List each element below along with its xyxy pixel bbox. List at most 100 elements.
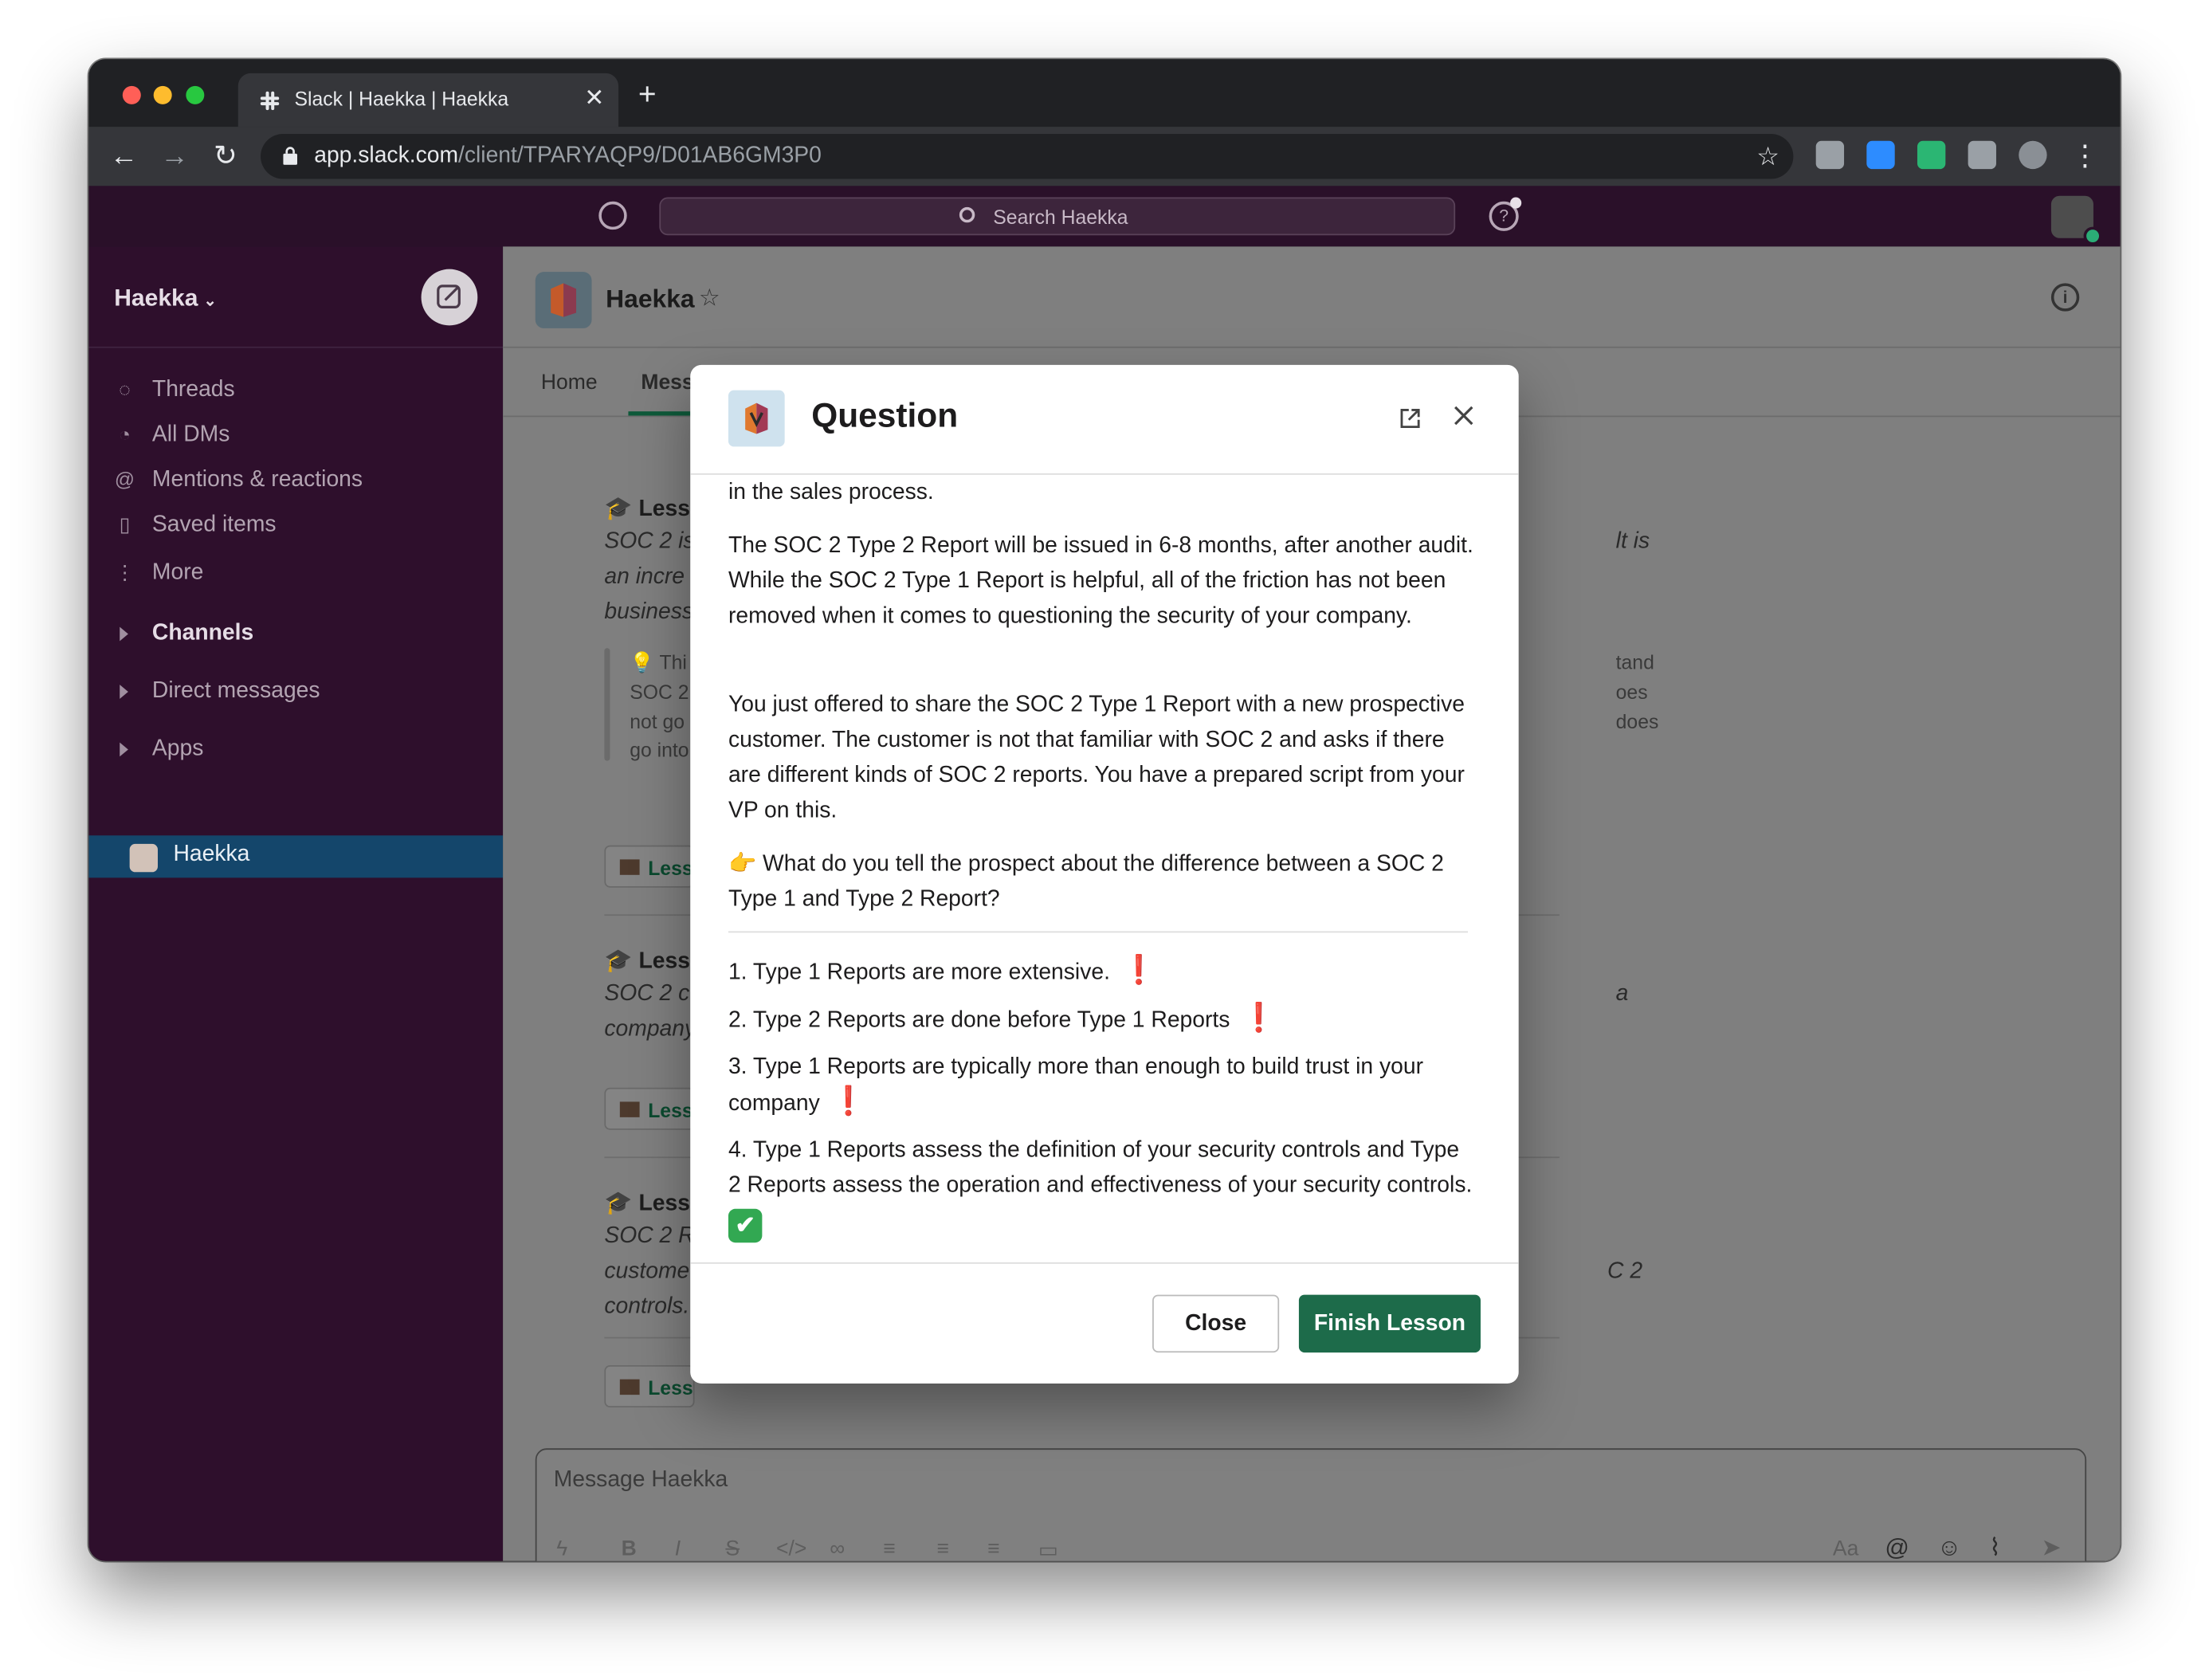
code-block-icon[interactable]: ▭: [1038, 1537, 1058, 1560]
section-label: Direct messages: [151, 679, 320, 704]
address-bar[interactable]: app.slack.com/client/TPARYAQP9/D01AB6GM3…: [261, 133, 1794, 179]
search-icon: [959, 206, 975, 223]
sidebar-item-haekka[interactable]: Haekka: [88, 835, 504, 878]
sidebar-section-apps[interactable]: Apps: [88, 730, 503, 772]
browser-menu-icon[interactable]: ⋮: [2070, 141, 2101, 172]
workspace-menu[interactable]: Haekka ⌄: [114, 285, 217, 312]
strikethrough-icon[interactable]: S: [725, 1537, 740, 1561]
blockquote-icon[interactable]: ≡: [987, 1537, 999, 1561]
text-style-toggle[interactable]: Aa: [1833, 1537, 1858, 1561]
bold-icon[interactable]: B: [622, 1537, 637, 1561]
wrong-mark-icon: ❗: [1241, 1003, 1277, 1034]
browser-toolbar: ← → ↻ app.slack.com/client/TPARYAQP9/D01…: [88, 127, 2121, 186]
forward-icon[interactable]: →: [159, 141, 190, 172]
lesson-button[interactable]: Less: [604, 1364, 695, 1408]
question-modal: Question in the sales process. The SOC 2…: [690, 364, 1519, 1384]
profile-avatar[interactable]: [2019, 140, 2047, 170]
info-icon[interactable]: i: [2050, 283, 2080, 312]
bulleted-list-icon[interactable]: ≡: [937, 1537, 949, 1561]
modal-title: Question: [811, 397, 959, 436]
s-extension-icon[interactable]: [1917, 140, 1946, 170]
sidebar-item-label: All DMs: [151, 422, 230, 447]
message-composer[interactable]: Message Haekka ϟ B I S </> ∞ ≡ ≡ ≡ ▭ Aa …: [535, 1448, 2087, 1561]
message-text: business: [604, 600, 694, 625]
open-in-new-icon[interactable]: [1399, 407, 1421, 430]
close-button[interactable]: Close: [1152, 1294, 1280, 1353]
finish-lesson-button[interactable]: Finish Lesson: [1298, 1294, 1481, 1353]
sidebar-item-mentions[interactable]: @ Mentions & reactions: [88, 461, 503, 503]
tab-strip: Slack | Haekka | Haekka ✕ +: [88, 59, 2121, 128]
zoom-window-button[interactable]: [186, 85, 205, 104]
channel-avatar: [535, 272, 592, 328]
url-text: app.slack.com/client/TPARYAQP9/D01AB6GM3…: [314, 143, 822, 168]
zoom-extension-icon[interactable]: [1866, 140, 1895, 170]
back-icon[interactable]: ←: [108, 141, 139, 172]
modal-paragraph: in the sales process.: [728, 480, 934, 504]
workspace-name: Haekka: [114, 285, 198, 312]
caret-right-icon: [120, 626, 128, 642]
sidebar-section-dms[interactable]: Direct messages: [88, 672, 503, 714]
presence-indicator: [2083, 226, 2102, 245]
sidebar-item-label: Mentions & reactions: [151, 467, 363, 492]
answer-option-correct: 4. Type 1 Reports assess the definition …: [728, 1132, 1475, 1243]
dms-icon: ◔: [118, 422, 131, 446]
quote-text: tand: [1615, 650, 1654, 674]
quote-text: 💡 Thi: [630, 650, 687, 674]
send-icon[interactable]: ➤: [2042, 1534, 2062, 1561]
quote-text: not go: [630, 709, 685, 733]
message-text: a: [1615, 982, 1629, 1007]
message-text: SOC 2 is: [604, 529, 695, 554]
book-icon: [619, 1101, 640, 1117]
channel-name[interactable]: Haekka: [606, 285, 694, 314]
haekka-logo-icon: [745, 402, 768, 434]
sidebar-item-label: Haekka: [173, 842, 250, 867]
new-tab-icon[interactable]: +: [638, 78, 657, 110]
sidebar-item-label: Threads: [151, 377, 235, 402]
link-icon[interactable]: ∞: [830, 1537, 845, 1561]
sidebar-item-all-dms[interactable]: ◔ All DMs: [88, 416, 503, 458]
sidebar-item-more[interactable]: ⋮ More: [88, 554, 503, 596]
answer-option: 3. Type 1 Reports are typically more tha…: [728, 1055, 1424, 1117]
message-text: SOC 2 c: [604, 982, 690, 1007]
sidebar-section-channels[interactable]: Channels: [88, 614, 503, 657]
more-icon: ⋮: [115, 560, 135, 583]
code-icon[interactable]: </>: [776, 1537, 806, 1561]
sidebar-item-label: Saved items: [151, 512, 277, 537]
wrong-mark-icon: ❗: [1121, 955, 1157, 987]
message-text: custome: [604, 1259, 690, 1284]
close-icon[interactable]: [1451, 403, 1477, 429]
lesson-button[interactable]: Less: [604, 845, 695, 888]
close-window-button[interactable]: [122, 85, 141, 104]
tab-close-icon[interactable]: ✕: [584, 84, 604, 112]
quote-text: SOC 2: [630, 680, 689, 704]
camera-extension-icon[interactable]: [1815, 140, 1845, 170]
bookmark-star-icon[interactable]: ☆: [1756, 143, 1779, 172]
sidebar-item-saved[interactable]: ▯ Saved items: [88, 506, 503, 548]
modal-paragraph: The SOC 2 Type 2 Report will be issued i…: [728, 533, 1473, 629]
message-text: company: [604, 1017, 696, 1042]
lesson-button[interactable]: Less: [604, 1087, 695, 1130]
search-input[interactable]: Search Haekka: [659, 197, 1456, 236]
tab-messages[interactable]: Mess: [641, 371, 693, 394]
browser-tab[interactable]: Slack | Haekka | Haekka ✕: [237, 73, 619, 128]
reload-icon[interactable]: ↻: [210, 141, 241, 172]
italic-icon[interactable]: I: [675, 1537, 681, 1561]
star-icon[interactable]: ☆: [699, 285, 720, 312]
shortcuts-icon[interactable]: ϟ: [556, 1537, 567, 1561]
modal-footer-divider: [690, 1262, 1519, 1264]
slack-logo-icon: [260, 91, 280, 111]
minimize-window-button[interactable]: [153, 85, 172, 104]
section-label: Channels: [151, 621, 254, 646]
history-icon[interactable]: [598, 201, 627, 230]
tab-title: Slack | Haekka | Haekka: [294, 87, 509, 110]
compose-button[interactable]: [421, 269, 478, 326]
sidebar-item-threads[interactable]: ◌ Threads: [88, 371, 503, 413]
message-heading: 🎓 Less: [604, 1191, 690, 1216]
ordered-list-icon[interactable]: ≡: [883, 1537, 895, 1561]
puzzle-extension-icon[interactable]: [1968, 140, 1996, 170]
attach-icon[interactable]: ⌇: [1989, 1534, 2001, 1561]
message-text: SOC 2 R: [604, 1224, 695, 1249]
mention-icon[interactable]: @: [1885, 1534, 1909, 1561]
emoji-icon[interactable]: ☺: [1937, 1534, 1962, 1561]
tab-home[interactable]: Home: [541, 371, 598, 394]
